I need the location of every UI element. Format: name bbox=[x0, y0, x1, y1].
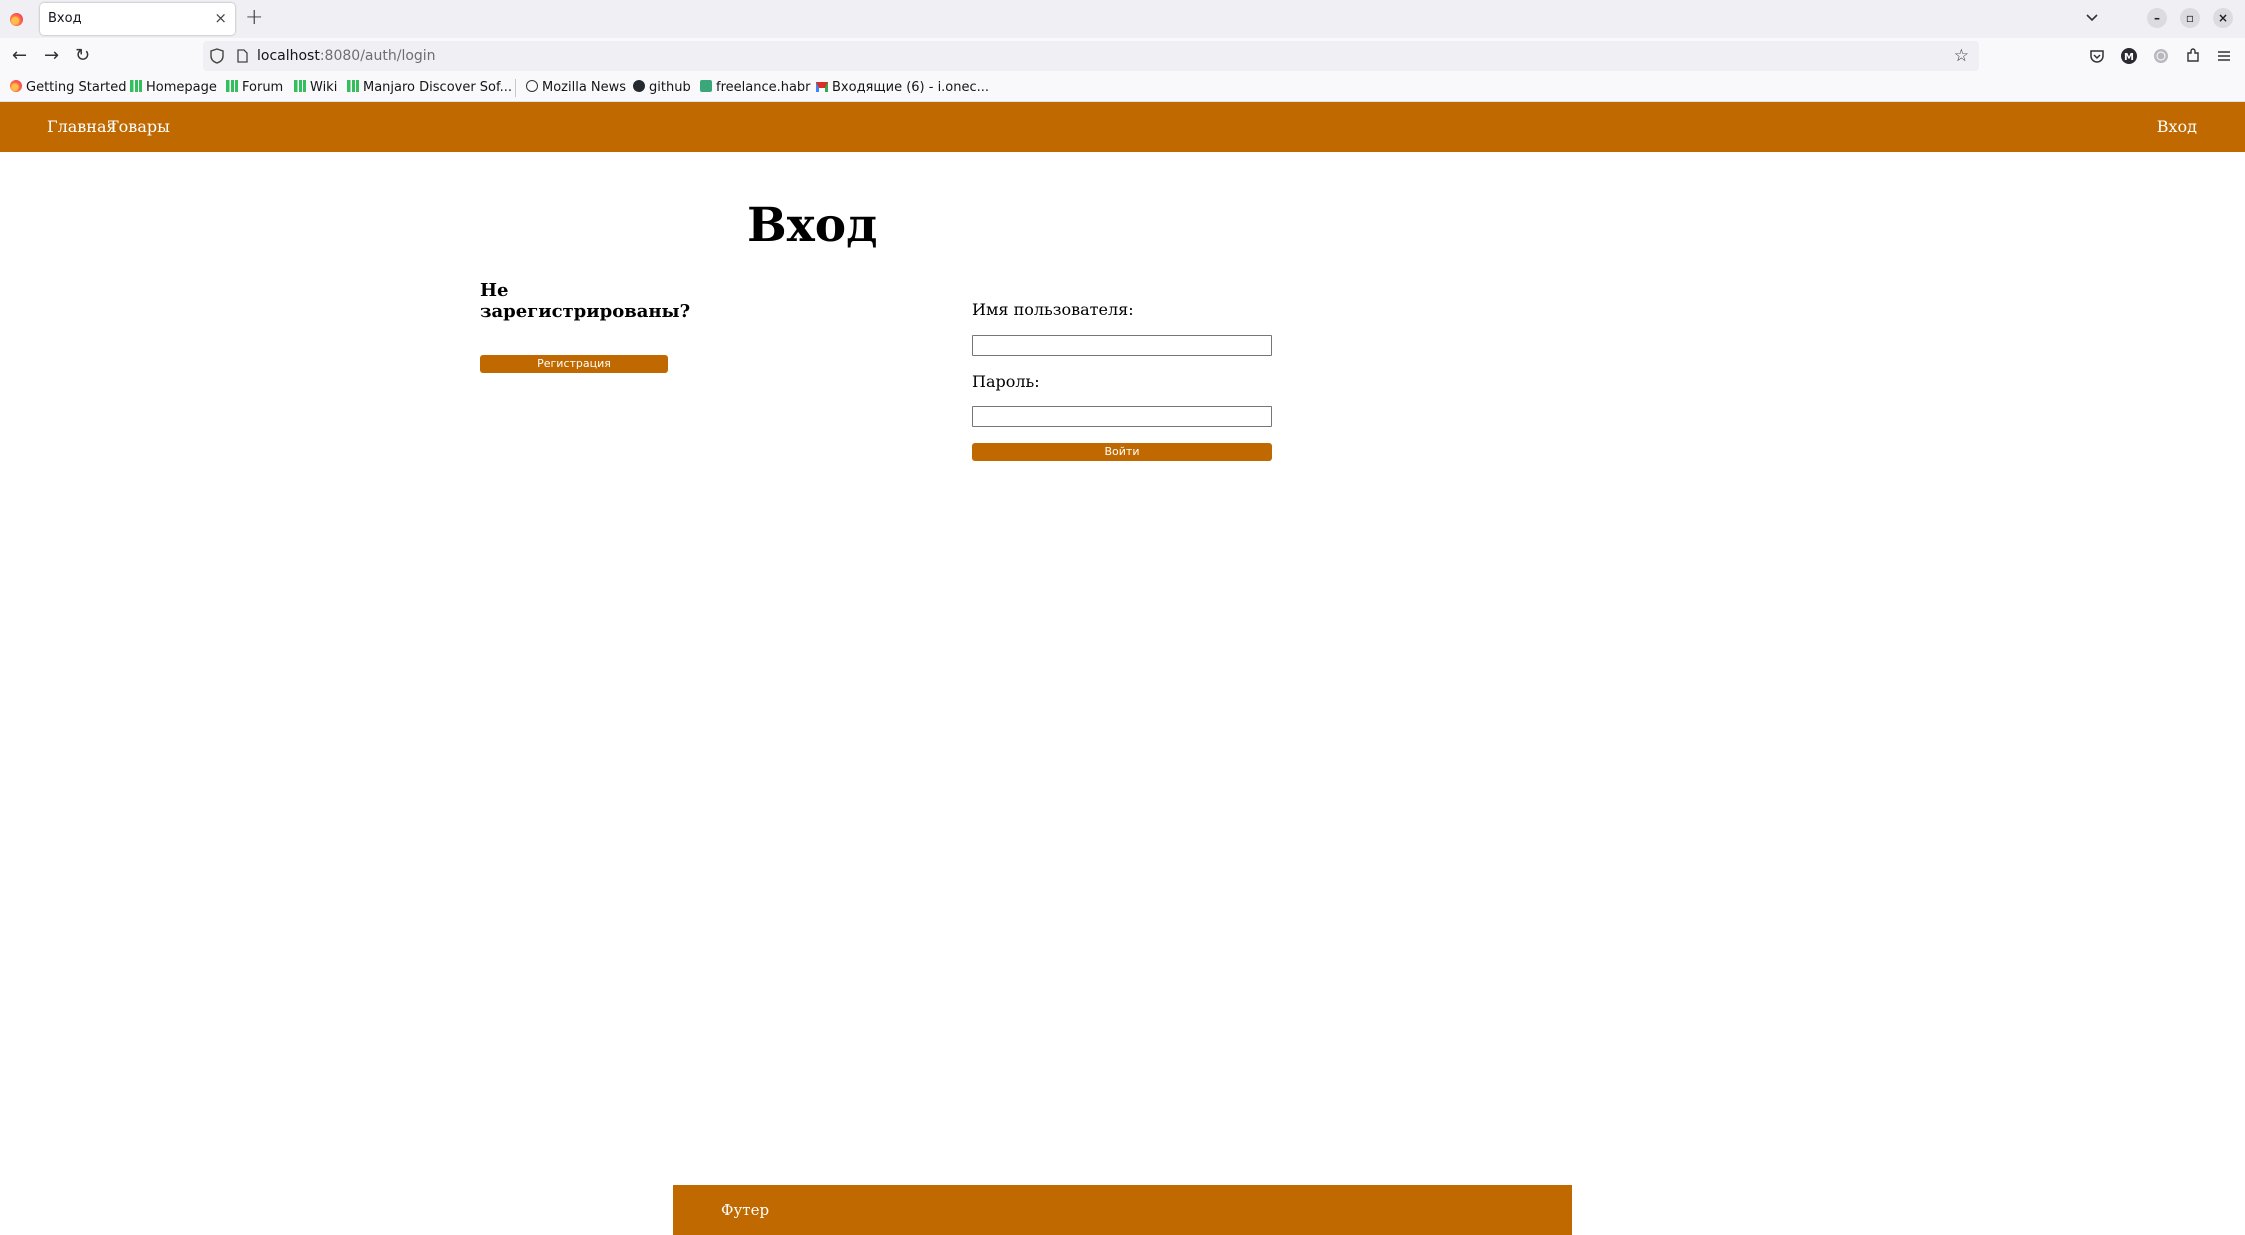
register-heading: Не зарегистрированы? bbox=[480, 280, 691, 322]
bookmark-github[interactable]: github bbox=[633, 80, 691, 95]
extensions-icon[interactable] bbox=[2184, 47, 2202, 65]
shield-icon[interactable] bbox=[209, 47, 225, 65]
extension-globe-icon[interactable] bbox=[2152, 47, 2170, 65]
username-input[interactable] bbox=[972, 335, 1272, 356]
reload-icon[interactable]: ↻ bbox=[75, 45, 90, 67]
page-icon bbox=[237, 49, 248, 63]
bookmark-mozilla-news[interactable]: Mozilla News bbox=[526, 80, 626, 95]
password-label: Пароль: bbox=[972, 372, 1040, 391]
nav-link-products[interactable]: Товары bbox=[108, 117, 170, 136]
tab-active[interactable]: Вход × bbox=[40, 3, 235, 35]
manjaro-icon bbox=[130, 80, 142, 92]
globe-icon bbox=[526, 80, 538, 92]
page-title: Вход bbox=[747, 198, 878, 253]
bookmark-wiki[interactable]: Wiki bbox=[294, 80, 337, 95]
browser-tab-strip: Вход × + – ▫ × bbox=[0, 0, 2245, 38]
password-input[interactable] bbox=[972, 406, 1272, 427]
bookmark-star-icon[interactable]: ☆ bbox=[1954, 46, 1969, 66]
bookmarks-separator bbox=[515, 79, 516, 97]
manjaro-icon bbox=[347, 80, 359, 92]
bookmark-freelance-habr[interactable]: freelance.habr bbox=[700, 80, 811, 95]
account-icon[interactable]: M bbox=[2120, 47, 2138, 65]
footer-text: Футер bbox=[721, 1201, 770, 1219]
site-header: Главная Товары Вход bbox=[0, 102, 2245, 152]
back-icon[interactable]: ← bbox=[12, 45, 27, 67]
bookmark-homepage[interactable]: Homepage bbox=[130, 80, 217, 95]
url-bar[interactable]: localhost:8080/auth/login ☆ bbox=[203, 41, 1979, 71]
tab-close-icon[interactable]: × bbox=[214, 9, 227, 27]
firefox-icon bbox=[10, 80, 22, 92]
bookmark-getting-started[interactable]: Getting Started bbox=[10, 80, 127, 95]
firefox-icon bbox=[10, 13, 23, 26]
bookmark-forum[interactable]: Forum bbox=[226, 80, 283, 95]
chevron-down-icon[interactable] bbox=[2083, 8, 2101, 26]
forward-icon[interactable]: → bbox=[44, 45, 59, 67]
tab-title: Вход bbox=[48, 11, 82, 26]
new-tab-button[interactable]: + bbox=[245, 5, 263, 30]
nav-link-home[interactable]: Главная bbox=[47, 117, 117, 136]
bookmarks-toolbar: Getting Started Homepage Forum Wiki Manj… bbox=[0, 74, 2245, 102]
login-submit-button[interactable]: Войти bbox=[972, 443, 1272, 461]
gmail-icon bbox=[816, 82, 828, 92]
minimize-icon[interactable]: – bbox=[2147, 8, 2167, 28]
menu-icon[interactable] bbox=[2215, 47, 2233, 65]
site-footer: Футер bbox=[673, 1185, 1572, 1235]
browser-toolbar: ← → ↻ localhost:8080/auth/login ☆ M bbox=[0, 38, 2245, 74]
close-window-icon[interactable]: × bbox=[2213, 8, 2233, 28]
maximize-icon[interactable]: ▫ bbox=[2180, 8, 2200, 28]
svg-text:M: M bbox=[2124, 52, 2134, 63]
register-button[interactable]: Регистрация bbox=[480, 355, 668, 373]
bookmark-gmail-inbox[interactable]: Входящие (6) - i.onec... bbox=[816, 80, 989, 95]
github-icon bbox=[633, 80, 645, 92]
manjaro-icon bbox=[294, 80, 306, 92]
pocket-icon[interactable] bbox=[2088, 47, 2106, 65]
habr-icon bbox=[700, 80, 712, 92]
header-login-link[interactable]: Вход bbox=[2157, 117, 2197, 136]
bookmark-manjaro-discover[interactable]: Manjaro Discover Sof... bbox=[347, 80, 512, 95]
url-text[interactable]: localhost:8080/auth/login bbox=[257, 48, 436, 64]
username-label: Имя пользователя: bbox=[972, 300, 1134, 319]
manjaro-icon bbox=[226, 80, 238, 92]
